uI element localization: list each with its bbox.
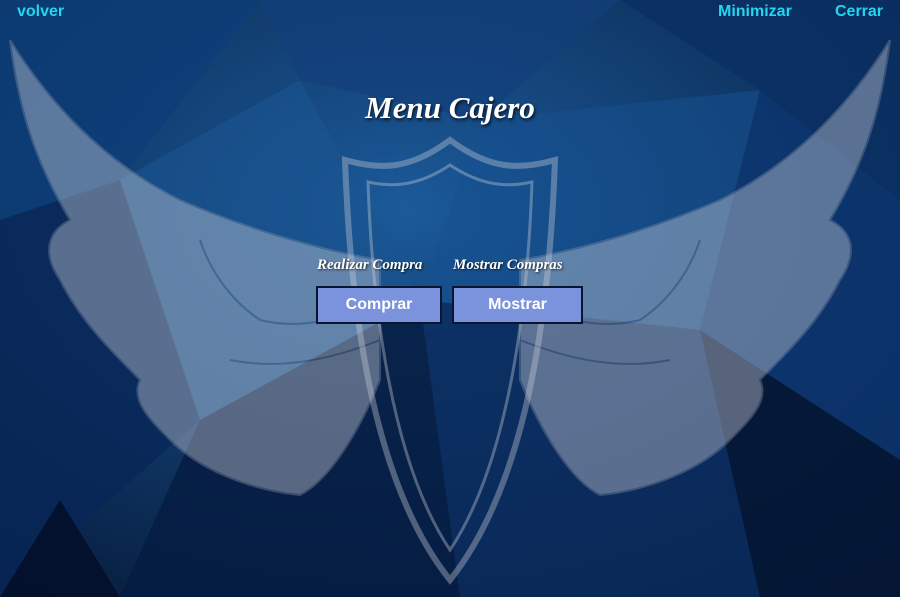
purchase-caption: Realizar Compra	[317, 257, 423, 273]
show-purchases-caption: Mostrar Compras	[453, 257, 563, 273]
minimize-button[interactable]: Minimizar	[718, 3, 792, 21]
back-button[interactable]: volver	[17, 3, 64, 21]
purchase-button[interactable]: Comprar	[316, 286, 442, 324]
page-title: Menu Cajero	[365, 90, 535, 125]
close-button[interactable]: Cerrar	[835, 3, 883, 21]
show-purchases-button[interactable]: Mostrar	[452, 286, 583, 324]
